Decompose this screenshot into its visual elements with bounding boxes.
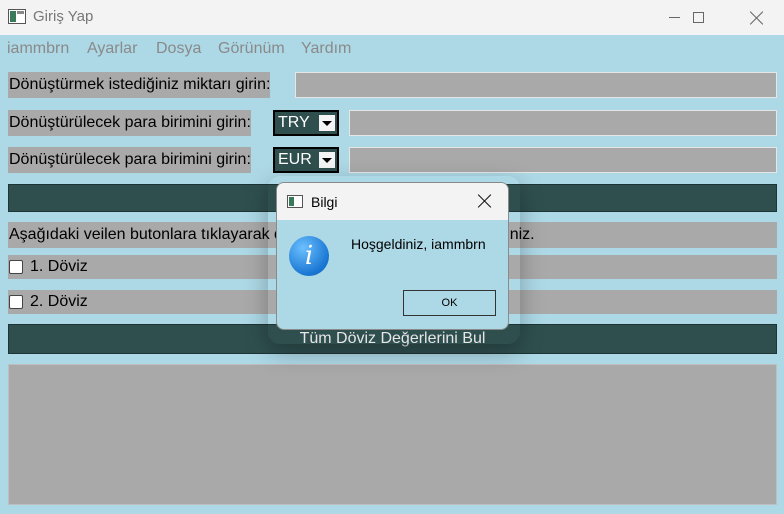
to-value-input[interactable] [349, 147, 777, 173]
main-window: Giriş Yap iammbrn Ayarlar Dosya Görünüm … [0, 0, 784, 514]
dialog-title: Bilgi [311, 194, 338, 210]
amount-label: Dönüştürmek istediğiniz miktarı girin: [8, 72, 271, 98]
ok-button[interactable]: OK [403, 290, 496, 316]
results-output[interactable] [8, 364, 777, 505]
from-value-input[interactable] [349, 110, 777, 136]
to-currency-select[interactable]: EUR [273, 147, 339, 173]
amount-input[interactable] [295, 72, 777, 98]
to-currency-label: Dönüştürülecek para birimini girin: [8, 147, 251, 173]
dialog-title-bar: Bilgi [277, 183, 508, 220]
currency-1-checkbox[interactable] [9, 260, 23, 274]
chevron-down-icon [319, 115, 335, 131]
menu-item-user[interactable]: iammbrn [7, 40, 69, 58]
title-bar: Giriş Yap [0, 0, 784, 35]
app-window-icon [8, 9, 26, 24]
currency-2-checkbox[interactable] [9, 295, 23, 309]
menu-item-file[interactable]: Dosya [156, 40, 201, 58]
info-dialog: Bilgi i Hoşgeldiniz, iammbrn OK [276, 182, 509, 330]
from-currency-value: TRY [278, 114, 310, 131]
close-icon [750, 11, 764, 25]
window-title: Giriş Yap [33, 8, 94, 25]
to-currency-value: EUR [278, 151, 312, 168]
currency-1-label: 1. Döviz [30, 258, 88, 275]
information-icon: i [289, 236, 329, 276]
from-currency-label: Dönüştürülecek para birimini girin: [8, 110, 251, 136]
dialog-message: Hoşgeldiniz, iammbrn [351, 236, 486, 252]
close-icon [478, 194, 492, 208]
currency-2-label: 2. Döviz [30, 293, 88, 310]
menu-item-help[interactable]: Yardım [301, 40, 351, 58]
close-button[interactable] [734, 0, 780, 35]
maximize-icon [692, 12, 704, 23]
app-window-icon [287, 195, 303, 208]
dialog-close-button[interactable] [468, 186, 502, 216]
maximize-button[interactable] [675, 0, 721, 35]
from-currency-select[interactable]: TRY [273, 110, 339, 136]
menu-item-view[interactable]: Görünüm [218, 40, 285, 58]
chevron-down-icon [319, 152, 335, 168]
menu-item-settings[interactable]: Ayarlar [87, 40, 137, 58]
